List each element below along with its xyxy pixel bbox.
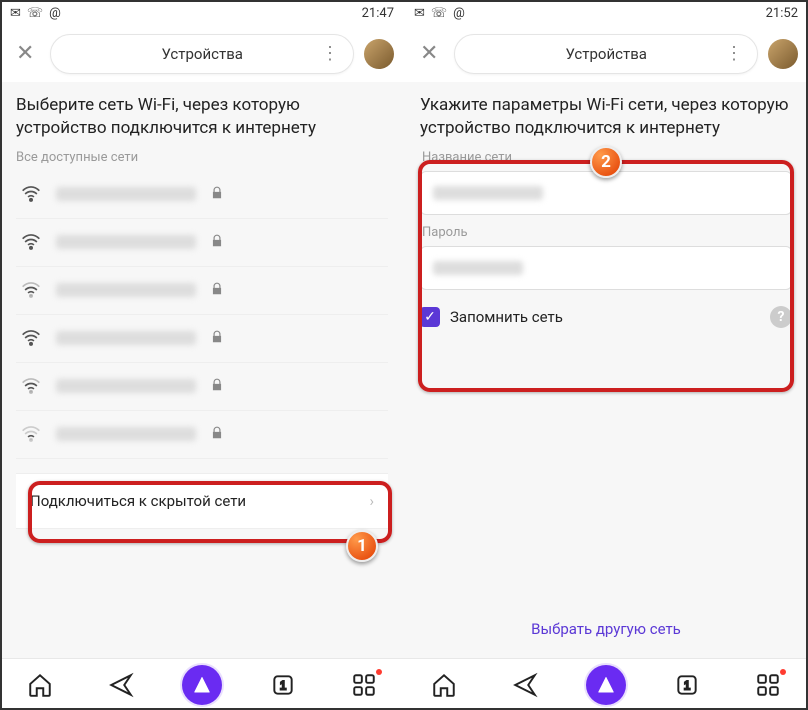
ssid-value-blurred	[433, 186, 543, 200]
kebab-icon[interactable]: ⋮	[321, 45, 339, 63]
close-button[interactable]: ✕	[10, 39, 40, 69]
wifi-row[interactable]	[16, 411, 388, 459]
svg-text:1: 1	[279, 678, 286, 692]
app-header: ✕ Устройства ⋮	[404, 26, 808, 82]
screen-right: ✉ ☏ @ 21:52 ✕ Устройства ⋮ Укажите парам…	[404, 0, 808, 710]
wifi-row[interactable]	[16, 219, 388, 267]
wifi-icon	[20, 376, 42, 396]
mail-icon: ✉	[10, 6, 21, 21]
at-icon: @	[453, 6, 465, 21]
hidden-network-label: Подключиться к скрытой сети	[30, 492, 246, 510]
alice-icon	[586, 665, 626, 705]
wifi-name-blurred	[56, 427, 196, 441]
help-icon[interactable]: ?	[770, 306, 792, 328]
status-icons-left: ✉ ☏ @	[414, 6, 465, 21]
avatar[interactable]	[364, 39, 394, 69]
nav-send[interactable]	[101, 665, 141, 705]
nav-tabs[interactable]: 1	[263, 665, 303, 705]
screen-left: ✉ ☏ @ 21:47 ✕ Устройства ⋮ Выберите сеть…	[0, 0, 404, 710]
bottom-nav: 1	[404, 658, 808, 710]
alice-icon	[182, 665, 222, 705]
wifi-row[interactable]	[16, 171, 388, 219]
wifi-icon	[20, 424, 42, 444]
nav-tabs[interactable]: 1	[667, 665, 707, 705]
status-icons-left: ✉ ☏ @	[10, 6, 61, 21]
header-title: Устройства	[565, 45, 646, 63]
lock-icon	[210, 281, 224, 300]
wifi-name-blurred	[56, 379, 196, 393]
app-header: ✕ Устройства ⋮	[0, 26, 404, 82]
mail-icon: ✉	[414, 6, 425, 21]
nav-send[interactable]	[505, 665, 545, 705]
status-time: 21:47	[362, 6, 394, 21]
whatsapp-icon: ☏	[431, 6, 447, 21]
wifi-icon	[20, 184, 42, 204]
choose-other-network-link[interactable]: Выбрать другую сеть	[404, 620, 808, 638]
notification-dot-icon	[780, 669, 786, 675]
annotation-badge-1: 1	[346, 530, 378, 562]
remember-label: Запомнить сеть	[450, 308, 563, 326]
chevron-right-icon: ›	[369, 492, 374, 510]
section-subheading: Все доступные сети	[16, 150, 388, 165]
status-bar: ✉ ☏ @ 21:52	[404, 0, 808, 26]
nav-home[interactable]	[20, 665, 60, 705]
wifi-name-blurred	[56, 187, 196, 201]
wifi-name-blurred	[56, 283, 196, 297]
hidden-network-button[interactable]: Подключиться к скрытой сети ›	[16, 473, 388, 529]
kebab-icon[interactable]: ⋮	[725, 45, 743, 63]
lock-icon	[210, 185, 224, 204]
wifi-name-blurred	[56, 235, 196, 249]
notification-dot-icon	[376, 669, 382, 675]
close-button[interactable]: ✕	[414, 39, 444, 69]
wifi-list	[16, 171, 388, 459]
wifi-row[interactable]	[16, 267, 388, 315]
wifi-row[interactable]	[16, 363, 388, 411]
annotation-badge-2: 2	[590, 146, 622, 178]
svg-text:1: 1	[683, 678, 690, 692]
password-label: Пароль	[422, 225, 792, 240]
remember-row: ✓ Запомнить сеть ?	[420, 306, 792, 328]
remember-checkbox[interactable]: ✓	[420, 307, 440, 327]
status-time: 21:52	[766, 6, 798, 21]
wifi-row[interactable]	[16, 315, 388, 363]
password-input[interactable]	[420, 246, 792, 290]
nav-alice[interactable]	[182, 665, 222, 705]
password-value-blurred	[433, 261, 523, 275]
nav-home[interactable]	[424, 665, 464, 705]
header-pill[interactable]: Устройства ⋮	[454, 34, 758, 74]
lock-icon	[210, 425, 224, 444]
status-bar: ✉ ☏ @ 21:47	[0, 0, 404, 26]
header-title: Устройства	[161, 45, 242, 63]
content-area: Выберите сеть Wi-Fi, через которую устро…	[0, 82, 404, 710]
whatsapp-icon: ☏	[27, 6, 43, 21]
bottom-nav: 1	[0, 658, 404, 710]
nav-alice[interactable]	[586, 665, 626, 705]
at-icon: @	[49, 6, 61, 21]
avatar[interactable]	[768, 39, 798, 69]
wifi-icon	[20, 328, 42, 348]
wifi-icon	[20, 232, 42, 252]
page-heading: Укажите параметры Wi-Fi сети, через кото…	[420, 94, 792, 140]
lock-icon	[210, 377, 224, 396]
wifi-name-blurred	[56, 331, 196, 345]
nav-apps[interactable]	[344, 665, 384, 705]
lock-icon	[210, 329, 224, 348]
page-heading: Выберите сеть Wi-Fi, через которую устро…	[16, 94, 388, 140]
lock-icon	[210, 233, 224, 252]
wifi-icon	[20, 280, 42, 300]
header-pill[interactable]: Устройства ⋮	[50, 34, 354, 74]
nav-apps[interactable]	[748, 665, 788, 705]
